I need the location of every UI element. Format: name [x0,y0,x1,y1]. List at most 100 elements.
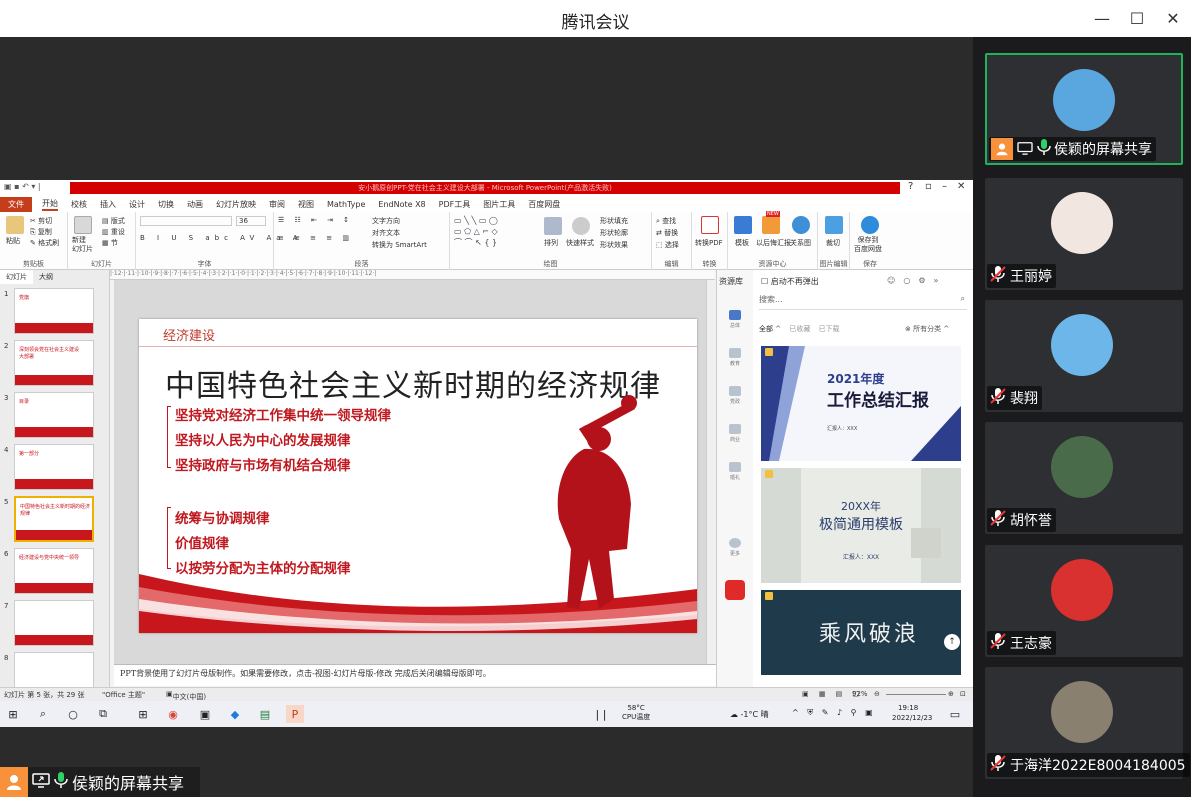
report-button[interactable]: 以后悔汇报 [756,238,791,248]
tencent-meeting-taskbar-icon[interactable]: ◆ [226,705,244,723]
slide-thumbnail[interactable]: 中国特色社会主义新时期的经济规律 [14,496,94,542]
back-to-top-button[interactable]: ↑ [944,634,960,650]
ppt-close-icon[interactable]: ✕ [957,181,965,192]
tab-outline[interactable]: 大纲 [33,270,59,284]
crop-icon[interactable] [825,216,843,234]
tab-slides[interactable]: 幻灯片 [0,270,33,284]
mail-report-icon[interactable] [762,216,780,234]
participant-tile[interactable]: 侯颖的屏幕共享 [985,53,1183,165]
convert-pdf-button[interactable]: 转换PDF [695,238,723,248]
tab-endnote[interactable]: EndNote X8 [378,200,425,209]
slide-thumbnail[interactable]: 第一部分 [14,444,94,490]
ppt-help-icon[interactable]: ? [908,181,913,192]
new-slide-icon[interactable] [74,216,92,234]
template-card-3[interactable]: 乘风破浪 ↑ [761,590,961,675]
list-buttons[interactable]: ☰ ☷ ⇤ ⇥ ↕ [278,216,353,224]
paste-button[interactable]: 粘贴 [6,236,20,246]
maximize-button[interactable]: ☐ [1127,8,1147,28]
tab-pdf-tools[interactable]: PDF工具 [439,199,471,210]
terminal-icon[interactable]: ▣ [196,705,214,723]
startup-toggle[interactable]: ☐ 启动不再弹出 [761,276,819,287]
slide-thumbnail[interactable]: 党旗 [14,288,94,334]
participant-tile[interactable]: 王丽婷 [985,178,1183,290]
tab-insert[interactable]: 插入 [100,199,116,210]
search-taskbar-icon[interactable]: ⌕ [34,705,52,723]
template-icon[interactable] [734,216,752,234]
slide-thumbnail[interactable]: 经济建设与党中央统一领导 [14,548,94,594]
nav-party[interactable]: 党政 [726,386,744,405]
tab-mathtype[interactable]: MathType [327,200,365,209]
cut-button[interactable]: ✂ 剪切 [30,216,52,226]
font-name-select[interactable] [140,216,232,226]
filter-favorited[interactable]: 已收藏 [789,325,810,333]
template-card-2[interactable]: 20XX年 极简通用模板 汇报人：XXX [761,468,961,583]
participant-tile[interactable]: 王志豪 [985,545,1183,657]
nav-more[interactable]: 更多 [726,538,744,557]
slide-thumbnail[interactable]: 目录 [14,392,94,438]
shape-outline-button[interactable]: 形状轮廓 [600,228,628,238]
clock-time[interactable]: 19:18 [898,704,918,712]
tab-picture-tools[interactable]: 图片工具 [483,199,515,210]
ppt-minimize-icon[interactable]: – [942,181,947,192]
weather-widget[interactable]: ☁ -1°C 晴 [730,709,769,720]
template-search-input[interactable]: 搜索... ⌕ [759,294,967,310]
font-size-select[interactable]: 36 [236,216,266,226]
slide-thumbnail[interactable] [14,600,94,646]
windows-start-icon[interactable]: ⊞ [4,705,22,723]
apps-grid-icon[interactable]: ⊞ [134,705,152,723]
find-button[interactable]: ⌕ 查找 [656,216,676,226]
search-icon[interactable]: ⌕ [961,294,965,304]
tray-icons[interactable]: ^ ⛨ ✎ ♪ ⚲ ▣ [792,708,876,718]
panel-header-icons[interactable]: ☺○⚙» [887,276,946,285]
nav-overall[interactable]: 总体 [726,310,744,329]
replace-button[interactable]: ⇄ 替换 [656,228,678,238]
pdf-icon[interactable] [701,216,719,234]
shapes-gallery[interactable]: ▭ ╲ ╲ ▭ ◯ ▭ ⬠ △ ⌐ ◇ ⌒ ⌒ ↖ { } [454,215,538,248]
nav-business[interactable]: 商业 [726,424,744,443]
red-packet-icon[interactable] [725,580,745,600]
participant-tile[interactable]: 于海洋2022E8004184005 [985,667,1190,779]
save-netdisk-button[interactable]: 保存到 百度网盘 [854,236,882,254]
reset-button[interactable]: ▥ 重设 [102,227,125,237]
tab-animations[interactable]: 动画 [187,199,203,210]
current-slide[interactable]: 经济建设 中国特色社会主义新时期的经济规律 坚持党对经济工作集中统一领导规律 坚… [139,319,697,633]
crop-button[interactable]: 裁切 [826,238,840,248]
all-categories-dropdown[interactable]: ⊗ 所有分类 ^ [905,324,949,334]
layout-button[interactable]: ▤ 版式 [102,216,125,226]
zoom-in-button[interactable]: ⊕ [948,690,954,698]
slide-thumbnail[interactable]: 深刻领会党在社会主义建设 大部署 [14,340,94,386]
zoom-slider[interactable] [886,694,946,695]
smartart-button[interactable]: 转换为 SmartArt [372,240,427,250]
tab-review-check[interactable]: 校核 [71,199,87,210]
zoom-out-button[interactable]: ⊖ [874,690,880,698]
quick-access-icons[interactable]: ▣ ▪ ↶ ▾ | [4,182,41,191]
baidu-netdisk-icon[interactable] [861,216,879,234]
quick-styles-icon[interactable] [572,217,590,235]
nav-wedding[interactable]: 婚礼 [726,462,744,481]
text-direction-button[interactable]: 文字方向 [372,216,400,226]
cpu-temperature[interactable]: 58°C CPU温度 [622,704,650,722]
align-text-button[interactable]: 对齐文本 [372,228,400,238]
tab-view[interactable]: 视图 [298,199,314,210]
clock-date[interactable]: 2022/12/23 [892,714,932,722]
chrome-icon[interactable]: ◉ [164,705,182,723]
relation-chart-icon[interactable] [792,216,810,234]
quick-styles-button[interactable]: 快速样式 [566,238,594,248]
shape-effects-button[interactable]: 形状效果 [600,240,628,250]
select-button[interactable]: ⬚ 选择 [656,240,679,250]
template-card-1[interactable]: 2021年度 工作总结汇报 汇报人：XXX [761,346,961,461]
tab-review[interactable]: 审阅 [269,199,285,210]
filter-all[interactable]: 全部 [759,325,773,333]
copy-button[interactable]: ⎘ 复制 [30,227,52,237]
new-slide-button[interactable]: 新建 幻灯片 [72,236,93,254]
ppt-restore-icon[interactable]: ▫ [925,181,932,192]
notification-icon[interactable]: ▭ [946,705,964,723]
tab-home[interactable]: 开始 [42,198,58,211]
participant-tile[interactable]: 裴翔 [985,300,1183,412]
relation-chart-button[interactable]: 关系图 [790,238,811,248]
shape-fill-button[interactable]: 形状填充 [600,216,628,226]
paste-icon[interactable] [6,216,24,234]
fit-window-button[interactable]: ⊡ [960,690,966,698]
template-button[interactable]: 模板 [735,238,749,248]
participant-tile[interactable]: 胡怀誉 [985,422,1183,534]
